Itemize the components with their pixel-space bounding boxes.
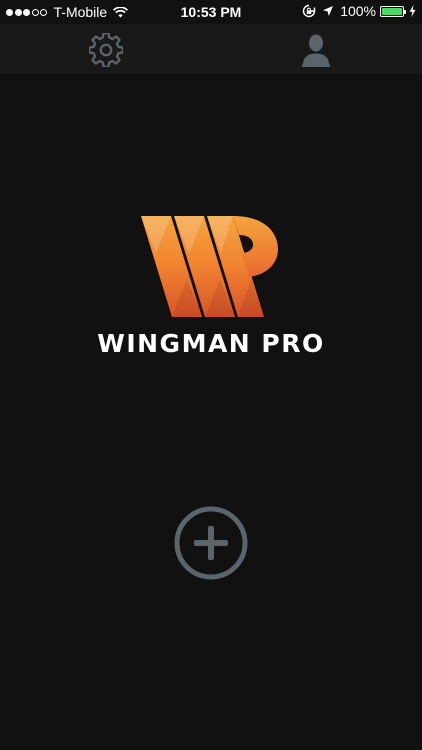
- battery-percent: 100%: [340, 3, 376, 19]
- settings-button[interactable]: [88, 32, 124, 68]
- top-nav-bar: [0, 24, 422, 74]
- wingman-pro-logo-mark: [141, 216, 278, 317]
- battery-fill: [382, 7, 402, 15]
- charging-bolt-icon: [409, 5, 416, 17]
- plus-circle-icon: [174, 506, 248, 580]
- profile-button[interactable]: [298, 32, 334, 68]
- status-right: 100%: [296, 3, 416, 19]
- battery-icon: [380, 5, 406, 17]
- gear-icon: [89, 33, 123, 67]
- status-bar: T-Mobile 10:53 PM 100%: [0, 0, 422, 24]
- person-icon: [302, 34, 330, 67]
- app-logo: WINGMAN PRO: [0, 213, 422, 358]
- brand-name: WINGMAN PRO: [97, 329, 325, 358]
- rotation-lock-icon: [302, 4, 316, 18]
- location-arrow-icon: [322, 5, 334, 17]
- add-button[interactable]: [173, 505, 249, 581]
